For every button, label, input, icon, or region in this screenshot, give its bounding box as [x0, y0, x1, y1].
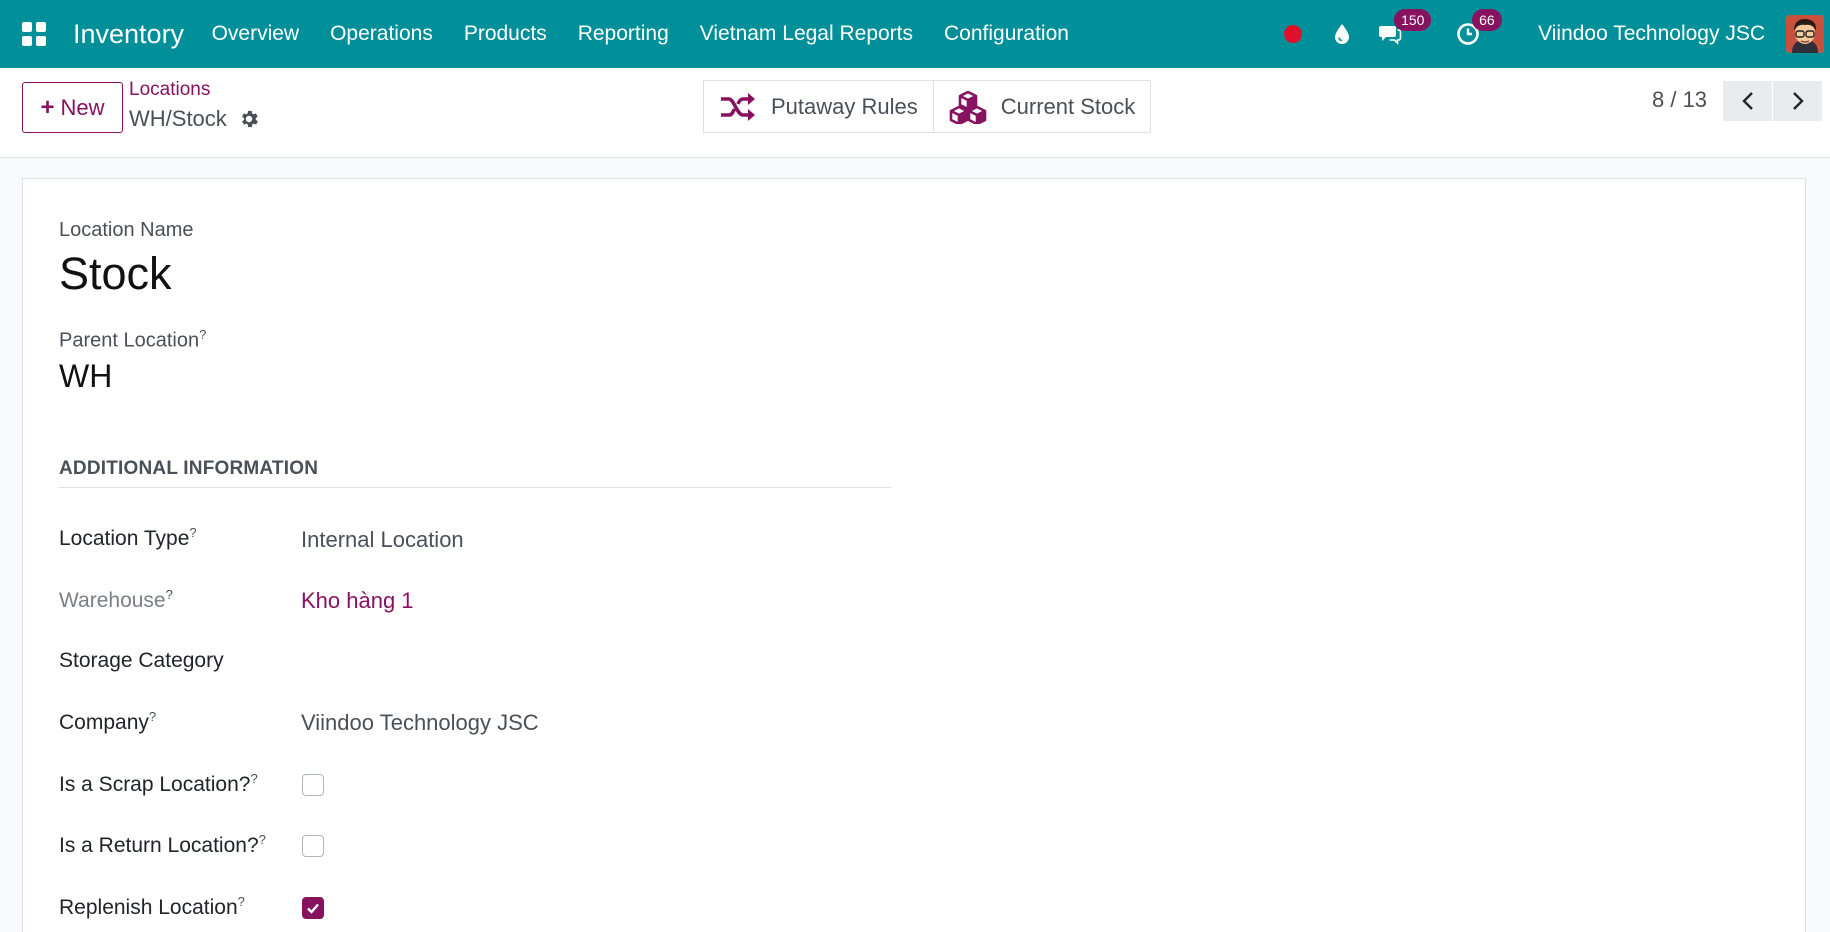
scrap-location-label: Is a Scrap Location??: [59, 771, 258, 796]
systray: 150 66 Viindoo Technology JSC: [1284, 0, 1830, 68]
smart-buttons: Putaway Rules Current Stock: [703, 80, 1152, 133]
breadcrumb-locations[interactable]: Locations: [129, 79, 210, 101]
control-panel: + New Locations WH/Stock Putaway Rules C…: [0, 68, 1830, 158]
plus-icon: +: [40, 93, 55, 121]
user-avatar[interactable]: [1786, 15, 1824, 53]
section-title: ADDITIONAL INFORMATION: [59, 458, 319, 479]
location-type-label: Location Type?: [59, 525, 197, 550]
record-name: WH/Stock: [129, 106, 227, 131]
warehouse-label: Warehouse?: [59, 587, 173, 612]
company-field[interactable]: Viindoo Technology JSC: [301, 710, 539, 736]
parent-location-input[interactable]: WH: [59, 358, 112, 395]
pager-next-button[interactable]: [1773, 81, 1822, 121]
location-name-input[interactable]: Stock: [59, 248, 172, 300]
app-menu-grid-icon[interactable]: [17, 17, 51, 51]
warehouse-link[interactable]: Kho hàng 1: [301, 588, 414, 614]
app-name[interactable]: Inventory: [73, 19, 184, 50]
menu-products[interactable]: Products: [448, 22, 562, 46]
new-button-label: New: [60, 94, 105, 120]
gear-icon[interactable]: [238, 108, 260, 130]
storage-category-label: Storage Category: [59, 649, 224, 672]
location-name-label: Location Name: [59, 219, 194, 241]
parent-location-label: Parent Location?: [59, 327, 207, 352]
menu-reporting[interactable]: Reporting: [562, 22, 684, 46]
return-location-label: Is a Return Location??: [59, 832, 266, 857]
putaway-rules-label: Putaway Rules: [771, 93, 918, 119]
current-stock-label: Current Stock: [1000, 93, 1136, 119]
putaway-rules-button[interactable]: Putaway Rules: [704, 81, 933, 132]
activity-clock-icon[interactable]: 66: [1454, 9, 1502, 48]
company-label: Company?: [59, 709, 157, 734]
top-navbar: Inventory Overview Operations Products R…: [0, 0, 1830, 68]
menu-operations[interactable]: Operations: [315, 22, 449, 46]
activities-count-badge: 66: [1472, 9, 1502, 31]
replenish-location-checkbox[interactable]: [302, 897, 324, 919]
pager-value[interactable]: 8 / 13: [1652, 87, 1707, 113]
scrap-location-checkbox[interactable]: [302, 774, 324, 796]
section-divider: [59, 487, 891, 488]
pager-previous-button[interactable]: [1723, 81, 1772, 121]
menu-vietnam-legal-reports[interactable]: Vietnam Legal Reports: [684, 22, 928, 46]
chat-messages-icon[interactable]: 150: [1376, 9, 1432, 48]
location-type-select[interactable]: Internal Location: [301, 527, 464, 553]
company-switcher[interactable]: Viindoo Technology JSC: [1538, 22, 1765, 46]
grid-icon: [22, 22, 46, 46]
recording-dot-icon[interactable]: [1284, 25, 1303, 43]
checkmark-icon: [307, 903, 319, 914]
form-sheet: Location Name Stock Parent Location? WH …: [22, 178, 1806, 932]
menu-configuration[interactable]: Configuration: [929, 22, 1085, 46]
chevron-right-icon: [1792, 92, 1804, 110]
cubes-icon: [949, 90, 987, 124]
main-menu: Overview Operations Products Reporting V…: [196, 22, 1084, 46]
new-button[interactable]: + New: [22, 82, 123, 133]
chevron-left-icon: [1741, 92, 1753, 110]
record-title: WH/Stock: [129, 106, 260, 132]
menu-overview[interactable]: Overview: [196, 22, 315, 46]
return-location-checkbox[interactable]: [302, 835, 324, 857]
messages-count-badge: 150: [1394, 9, 1432, 31]
water-drop-icon[interactable]: [1328, 20, 1356, 48]
shuffle-icon: [721, 92, 755, 121]
replenish-location-label: Replenish Location?: [59, 894, 245, 919]
current-stock-button[interactable]: Current Stock: [932, 81, 1151, 132]
